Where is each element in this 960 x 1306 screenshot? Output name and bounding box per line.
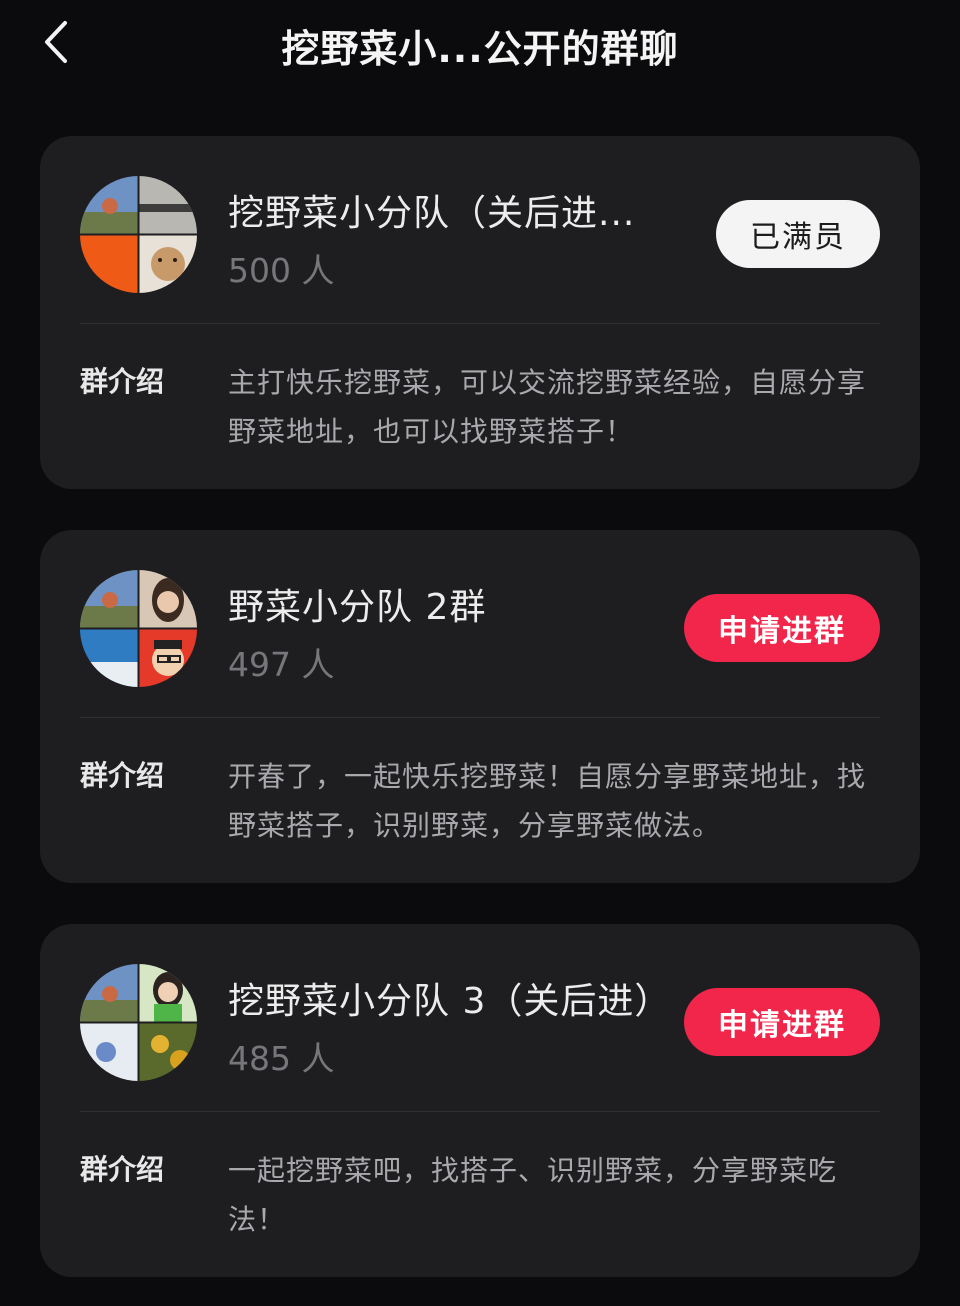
group-avatar <box>80 964 197 1081</box>
apply-join-button[interactable]: 申请进群 <box>684 988 880 1056</box>
member-count: 485 人 <box>228 1039 335 1078</box>
group-card-2[interactable]: 野菜小分队 2群 497 人 申请进群 群介绍 开春了，一起快乐挖野菜！自愿分享… <box>40 530 920 883</box>
group-avatar <box>80 176 197 293</box>
group-name: 野菜小分队 2群 <box>228 587 487 628</box>
group-avatar <box>80 570 197 687</box>
group-full-button[interactable]: 已满员 <box>716 200 880 268</box>
group-card-1[interactable]: 挖野菜小分队（关后进... 500 人 已满员 群介绍 主打快乐挖野菜，可以交流… <box>40 136 920 489</box>
intro-label: 群介绍 <box>80 1153 165 1186</box>
intro-text: 主打快乐挖野菜，可以交流挖野菜经验，自愿分享野菜地址，也可以找野菜搭子！ <box>228 366 867 448</box>
group-card-3[interactable]: 挖野菜小分队 3（关后进） 485 人 申请进群 群介绍 一起挖野菜吧，找搭子、… <box>40 924 920 1277</box>
member-count: 500 人 <box>228 251 335 290</box>
group-name: 挖野菜小分队 3（关后进） <box>228 981 672 1022</box>
divider <box>80 1111 880 1112</box>
member-count: 497 人 <box>228 645 335 684</box>
divider <box>80 717 880 718</box>
apply-join-button[interactable]: 申请进群 <box>684 594 880 662</box>
intro-text: 一起挖野菜吧，找搭子、识别野菜，分享野菜吃法！ <box>228 1154 838 1236</box>
page-title: 挖野菜小...公开的群聊 <box>281 27 679 71</box>
nav-bar: 挖野菜小...公开的群聊 <box>0 0 960 88</box>
intro-label: 群介绍 <box>80 759 165 792</box>
intro-label: 群介绍 <box>80 365 165 398</box>
group-name: 挖野菜小分队（关后进... <box>228 193 636 234</box>
divider <box>80 323 880 324</box>
intro-text: 开春了，一起快乐挖野菜！自愿分享野菜地址，找野菜搭子，识别野菜，分享野菜做法。 <box>228 760 867 842</box>
